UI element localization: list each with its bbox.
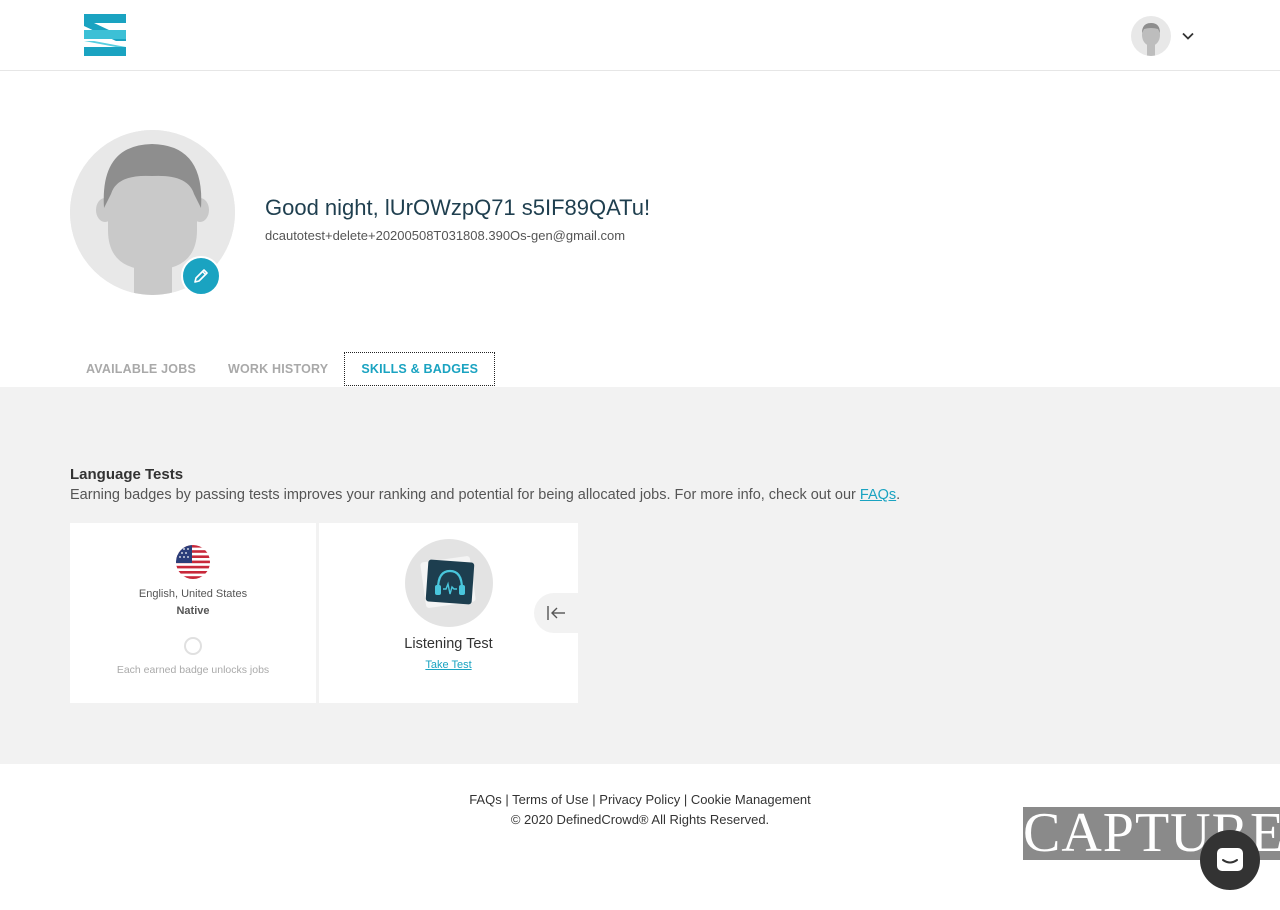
tab-skills-badges[interactable]: SKILLS & BADGES xyxy=(344,352,496,386)
section-description: Earning badges by passing tests improves… xyxy=(70,487,901,503)
pencil-icon xyxy=(194,269,208,283)
user-menu[interactable] xyxy=(1131,16,1195,56)
section-title: Language Tests xyxy=(70,466,184,483)
definedcrowd-logo-icon[interactable] xyxy=(84,14,126,56)
chevron-down-icon[interactable] xyxy=(1181,29,1195,43)
user-avatar-icon[interactable] xyxy=(1131,16,1171,56)
collapse-panel-button[interactable] xyxy=(534,593,578,633)
footer-link-terms[interactable]: Terms of Use xyxy=(512,792,589,807)
language-name: English, United States xyxy=(138,588,248,600)
greeting-title: Good night, lUrOWzpQ71 s5IF89QATu! xyxy=(265,195,651,220)
footer-link-faqs[interactable]: FAQs xyxy=(469,792,502,807)
chat-button[interactable] xyxy=(1200,830,1260,890)
loading-spinner-icon xyxy=(184,637,202,655)
badge-note: Each earned badge unlocks jobs xyxy=(116,664,270,676)
collapse-left-icon xyxy=(547,606,565,620)
top-navigation-bar xyxy=(0,0,1280,71)
tab-available-jobs[interactable]: AVAILABLE JOBS xyxy=(70,352,212,386)
footer-links: FAQs | Terms of Use | Privacy Policy | C… xyxy=(469,792,811,807)
edit-avatar-button[interactable] xyxy=(181,256,221,296)
footer-link-cookies[interactable]: Cookie Management xyxy=(691,792,811,807)
listening-test-card: Listening Test Take Test xyxy=(319,523,578,703)
user-email: dcautotest+delete+20200508T031808.390Os-… xyxy=(265,228,626,243)
headphones-icon xyxy=(405,539,493,627)
us-flag-icon xyxy=(176,545,210,579)
footer-link-privacy[interactable]: Privacy Policy xyxy=(599,792,680,807)
chat-icon xyxy=(1217,848,1243,871)
language-card: English, United States Native Each earne… xyxy=(70,523,316,703)
skills-badges-section: Language Tests Earning badges by passing… xyxy=(0,387,1280,764)
language-level: Native xyxy=(176,605,210,617)
faqs-link[interactable]: FAQs xyxy=(860,487,896,503)
tab-work-history[interactable]: WORK HISTORY xyxy=(212,352,344,386)
profile-tabs: AVAILABLE JOBS WORK HISTORY SKILLS & BAD… xyxy=(70,352,496,386)
take-test-link[interactable]: Take Test xyxy=(319,659,578,671)
listening-test-title: Listening Test xyxy=(404,636,493,652)
